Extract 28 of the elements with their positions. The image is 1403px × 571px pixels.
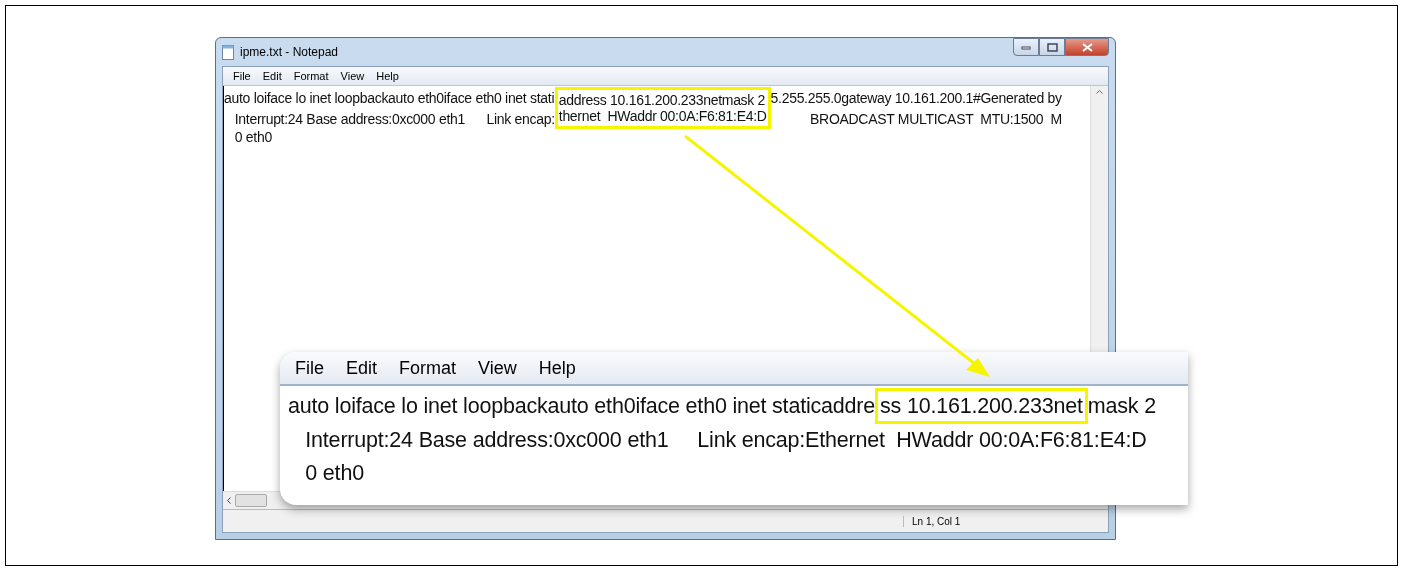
maximize-icon — [1046, 42, 1058, 52]
highlighted-text: thernet HWaddr 00:0A:F6:81:E4:D — [558, 108, 767, 124]
highlighted-text: address 10.161.200.233netmask 2 — [558, 92, 766, 108]
maximize-button[interactable] — [1039, 38, 1065, 56]
close-icon — [1081, 42, 1093, 52]
highlighted-text: ss 10.161.200.233net — [880, 394, 1083, 418]
notepad-icon — [222, 44, 234, 60]
text-line: 0 eth0 — [304, 460, 364, 487]
scroll-left-icon — [227, 497, 231, 504]
text-line: auto loiface lo inet loopbackauto eth0iface eth0 inet stati — [224, 89, 555, 106]
text-line: mask 2 — [1087, 392, 1156, 420]
text-line: 5.255.255.0gateway 10.161.200.1#Generated by — [770, 89, 1062, 106]
menu-item[interactable]: Edit — [256, 70, 288, 82]
close-button[interactable] — [1065, 38, 1109, 56]
status-text: Ln 1, Col 1 — [903, 515, 961, 527]
menu-item[interactable]: Help — [370, 70, 405, 82]
minimize-icon — [1021, 44, 1031, 50]
menu-item[interactable]: File — [227, 70, 257, 82]
menu-item[interactable]: View — [334, 70, 371, 82]
text-line: Interrupt:24 Base address:0xc000 eth1 Link encap:Ethernet HWaddr 00:0A:F6:81:E4:D — [304, 427, 1147, 454]
menu-item[interactable]: Format — [287, 70, 335, 82]
minimize-button[interactable] — [1013, 38, 1039, 56]
text-line: Interrupt:24 Base address:0xc000 eth1 Link encap: — [233, 110, 555, 127]
text-line: 0 eth0 — [233, 129, 272, 145]
scroll-up-icon — [1096, 90, 1103, 94]
window-title: ipme.txt - Notepad — [240, 45, 339, 59]
text-line: auto loiface lo inet loopbackauto eth0iface eth0 inet staticaddre — [288, 392, 876, 420]
text-line: BROADCAST MULTICAST MTU:1500 M — [809, 110, 1062, 127]
